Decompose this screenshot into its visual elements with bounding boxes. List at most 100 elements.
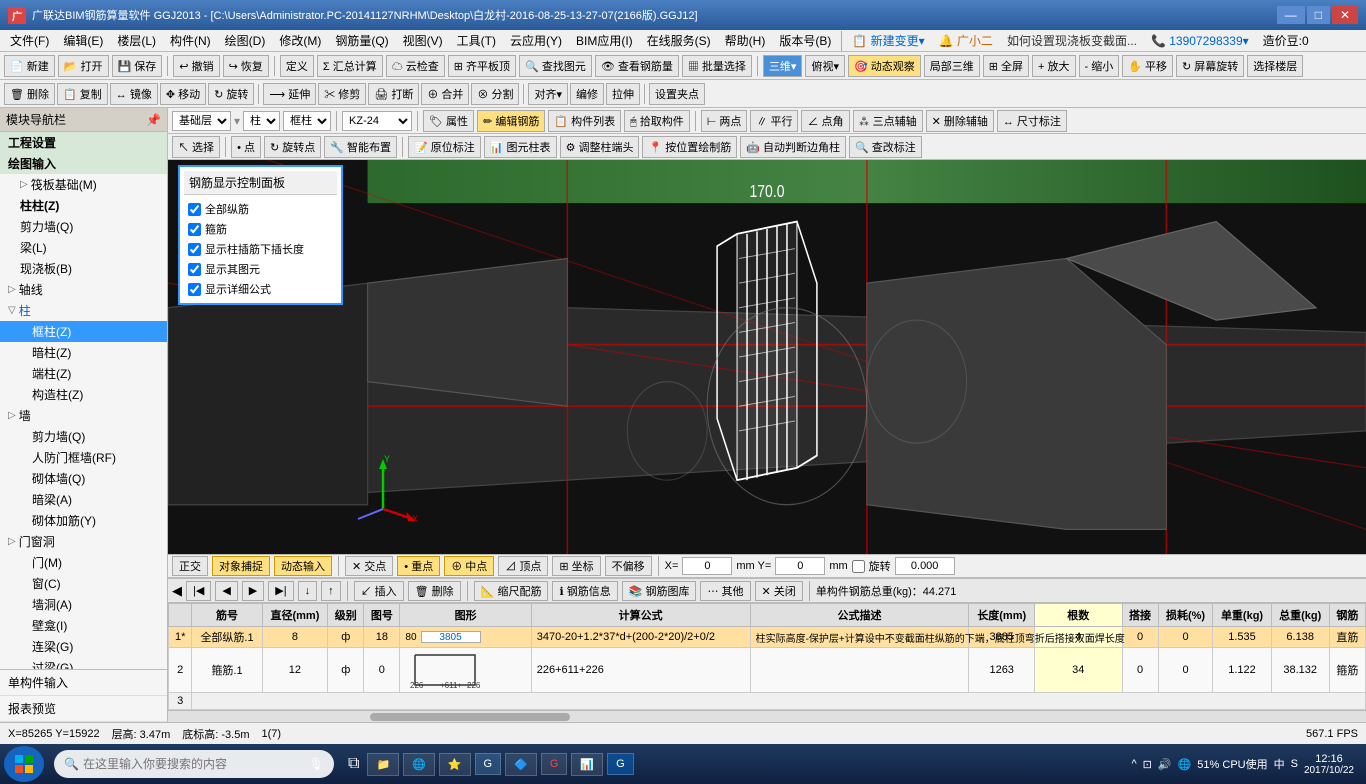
cloud-check-btn[interactable]: ☁ 云检查 bbox=[386, 55, 445, 77]
column-table-btn[interactable]: 📊 图元柱表 bbox=[484, 136, 557, 158]
screen-rotate-btn[interactable]: ↻ 屏幕旋转 bbox=[1176, 55, 1244, 77]
scrollbar-thumb[interactable] bbox=[370, 713, 570, 721]
rebar-check-all-vertical[interactable]: 全部纵筋 bbox=[184, 199, 337, 219]
sidebar-dark-column[interactable]: 暗柱(Z) bbox=[0, 342, 167, 363]
print-btn[interactable]: 🖨 打断 bbox=[368, 83, 419, 105]
sidebar-dark-beam[interactable]: 暗梁(A) bbox=[0, 489, 167, 510]
plan-view-btn[interactable]: 俯视▾ bbox=[805, 55, 845, 77]
prev-record-btn[interactable]: ◀ bbox=[215, 581, 237, 601]
menu-version[interactable]: 版本号(B) bbox=[773, 30, 837, 51]
check-insert-length[interactable] bbox=[188, 243, 201, 256]
rebar-check-detail-formula[interactable]: 显示详细公式 bbox=[184, 279, 337, 299]
taskbar-app3[interactable]: G bbox=[541, 753, 568, 775]
sidebar-door[interactable]: 门(M) bbox=[0, 552, 167, 573]
component-type-select[interactable]: 柱 bbox=[243, 111, 280, 131]
dynamic-view-btn[interactable]: 🎯 动态观察 bbox=[848, 55, 921, 77]
extend-btn[interactable]: ⟶ 延伸 bbox=[263, 83, 316, 105]
midpoint-btn[interactable]: • 重点 bbox=[397, 556, 440, 576]
rebar-info-btn[interactable]: ℹ 钢筋信息 bbox=[552, 581, 617, 601]
set-anchor-btn[interactable]: 设置夹点 bbox=[649, 83, 705, 105]
menu-cloud[interactable]: 云应用(Y) bbox=[504, 30, 568, 51]
intersection-btn[interactable]: ✕ 交点 bbox=[345, 556, 393, 576]
sidebar-beam[interactable]: 梁(L) bbox=[0, 237, 167, 258]
undo-btn[interactable]: ↩ 撤销 bbox=[173, 55, 219, 77]
select-btn[interactable]: ↖ 选择 bbox=[172, 136, 220, 158]
tray-expand[interactable]: ^ bbox=[1132, 758, 1137, 770]
sidebar-end-column[interactable]: 端柱(Z) bbox=[0, 363, 167, 384]
open-btn[interactable]: 📂 打开 bbox=[58, 55, 109, 77]
new-btn[interactable]: 📄 新建 bbox=[4, 55, 55, 77]
view-rebar-btn[interactable]: 👁 查看钢筋量 bbox=[595, 55, 679, 77]
close-btn[interactable]: ✕ bbox=[1332, 6, 1358, 24]
zoom-in-btn[interactable]: + 放大 bbox=[1032, 55, 1075, 77]
sidebar-masonry-rebar[interactable]: 砌体加筋(Y) bbox=[0, 510, 167, 531]
rebar-check-stirrup[interactable]: 箍筋 bbox=[184, 219, 337, 239]
no-offset-btn[interactable]: 不偏移 bbox=[605, 556, 652, 576]
delete-axis-btn[interactable]: ✕ 删除辅轴 bbox=[926, 110, 994, 132]
sidebar-civil-defense-wall[interactable]: 人防门框墙(RF) bbox=[0, 447, 167, 468]
taskbar-app2[interactable]: 🔷 bbox=[505, 753, 537, 776]
taskbar-browser[interactable]: 🌐 bbox=[403, 753, 435, 776]
calc-btn[interactable]: Σ 汇总计算 bbox=[317, 55, 383, 77]
menu-bim[interactable]: BIM应用(I) bbox=[570, 30, 639, 51]
orthogonal-btn[interactable]: 正交 bbox=[172, 556, 208, 576]
table-scrollbar[interactable] bbox=[168, 710, 1366, 722]
pan-btn[interactable]: ✋ 平移 bbox=[1122, 55, 1173, 77]
floor-select[interactable]: 基础层 bbox=[172, 111, 231, 131]
x-input[interactable] bbox=[682, 557, 732, 575]
edit2-btn[interactable]: 编修 bbox=[570, 83, 604, 105]
snap-btn[interactable]: 对象捕捉 bbox=[212, 556, 270, 576]
menu-floor[interactable]: 楼层(L) bbox=[111, 30, 162, 51]
fullscreen-btn[interactable]: ⊞ 全屏 bbox=[983, 55, 1029, 77]
sidebar-niche[interactable]: 壁龛(I) bbox=[0, 615, 167, 636]
rebar-check-insert-length[interactable]: 显示柱插筋下插长度 bbox=[184, 239, 337, 259]
auto-judge-btn[interactable]: 🤖 自动判断边角柱 bbox=[740, 136, 846, 158]
menu-file[interactable]: 文件(F) bbox=[4, 30, 55, 51]
next-record-btn[interactable]: ▶ bbox=[242, 581, 264, 601]
batch-select-btn[interactable]: ▦ 批量选择 bbox=[682, 55, 752, 77]
sidebar-axis[interactable]: ▷ 轴线 bbox=[0, 279, 167, 300]
table-row[interactable]: 1* 全部纵筋.1 8 ф 18 80 3805 3470- bbox=[169, 627, 1366, 648]
center-btn[interactable]: ⊕ 中点 bbox=[444, 556, 494, 576]
sidebar-column-group[interactable]: ▽ 柱 bbox=[0, 300, 167, 321]
rebar-collapse-btn[interactable]: ◀ bbox=[172, 583, 182, 599]
taskbar-app5[interactable]: G bbox=[607, 753, 634, 775]
level-btn[interactable]: ⊞ 齐平板顶 bbox=[448, 55, 516, 77]
pull-btn[interactable]: 拉伸 bbox=[606, 83, 640, 105]
sidebar-door-window[interactable]: ▷ 门窗洞 bbox=[0, 531, 167, 552]
taskbar-app4[interactable]: 📊 bbox=[571, 753, 603, 776]
move-up-btn[interactable]: ↑ bbox=[321, 581, 341, 601]
dimension-btn[interactable]: ↔ 尺寸标注 bbox=[997, 110, 1067, 132]
table-row[interactable]: 3 bbox=[169, 693, 1366, 710]
rebar-check-other-elements[interactable]: 显示其图元 bbox=[184, 259, 337, 279]
rebar-table-wrapper[interactable]: 筋号 直径(mm) 级别 图号 图形 计算公式 公式描述 长度(mm) 根数 搭… bbox=[168, 603, 1366, 710]
scale-rebar-btn[interactable]: 📐 缩尺配筋 bbox=[474, 581, 549, 601]
sidebar-pin[interactable]: 📌 bbox=[146, 113, 161, 127]
sidebar-drawing-input[interactable]: 绘图输入 bbox=[0, 153, 167, 174]
y-input[interactable] bbox=[775, 557, 825, 575]
menu-tools[interactable]: 工具(T) bbox=[451, 30, 502, 51]
draw-by-position-btn[interactable]: 📍 按位置绘制筋 bbox=[642, 136, 737, 158]
tray-notification[interactable]: ⊡ bbox=[1143, 758, 1152, 771]
local-3d-btn[interactable]: 局部三维 bbox=[924, 55, 980, 77]
point-angle-btn[interactable]: ∠ 点角 bbox=[801, 110, 849, 132]
taskbar-ie[interactable]: ⭐ bbox=[439, 753, 471, 776]
search-input[interactable] bbox=[83, 757, 305, 771]
check-detail-formula[interactable] bbox=[188, 283, 201, 296]
sidebar-wall-hole[interactable]: 墙洞(A) bbox=[0, 594, 167, 615]
maximize-btn[interactable]: □ bbox=[1307, 6, 1330, 24]
find-origin-btn[interactable]: 🔍 查找图元 bbox=[519, 55, 592, 77]
sidebar-shear-wall[interactable]: 剪力墙(Q) bbox=[0, 216, 167, 237]
menu-new-change[interactable]: 📋 新建变更▾ bbox=[846, 30, 930, 51]
rotate-point-btn[interactable]: ↻ 旋转点 bbox=[264, 136, 321, 158]
sidebar-frame-column[interactable]: 框柱(Z) bbox=[0, 321, 167, 342]
menu-draw[interactable]: 绘图(D) bbox=[219, 30, 272, 51]
menu-help[interactable]: 帮助(H) bbox=[719, 30, 772, 51]
check-other-elements[interactable] bbox=[188, 263, 201, 276]
task-view-btn[interactable]: ⧉ bbox=[344, 751, 363, 777]
define-btn[interactable]: 定义 bbox=[280, 55, 314, 77]
taskbar-app1[interactable]: G bbox=[475, 753, 502, 775]
vertex-btn[interactable]: ⊿ 顶点 bbox=[498, 556, 548, 576]
component-subtype-select[interactable]: 框柱 bbox=[283, 111, 331, 131]
sidebar-lintel[interactable]: 过梁(G) bbox=[0, 657, 167, 669]
